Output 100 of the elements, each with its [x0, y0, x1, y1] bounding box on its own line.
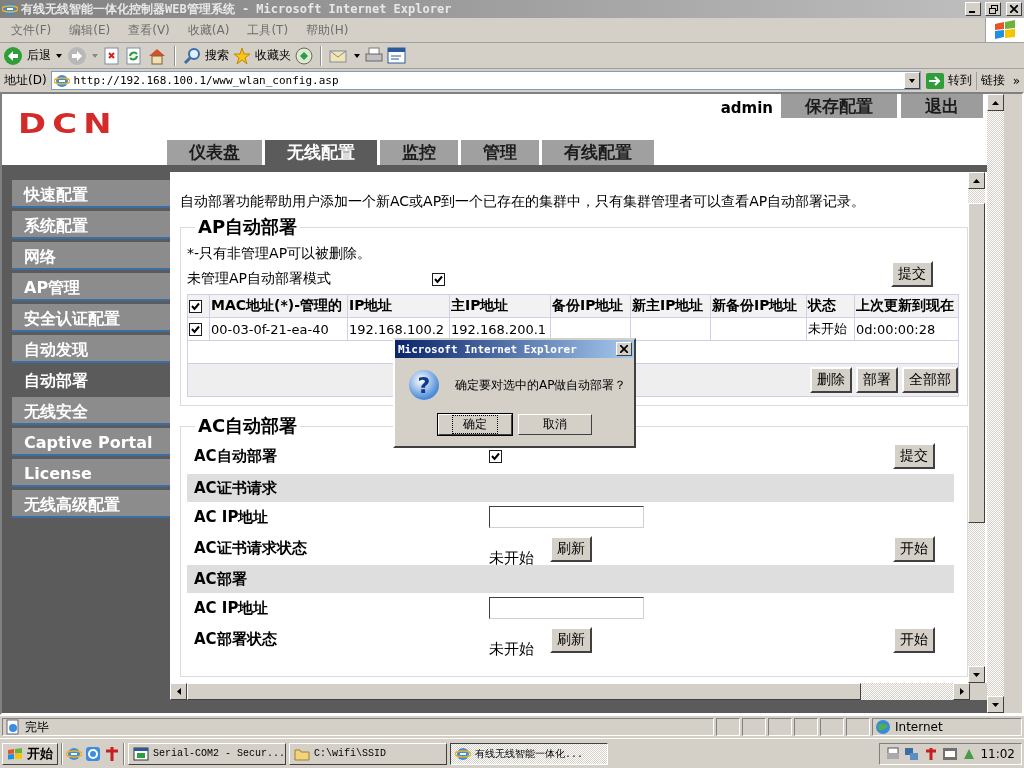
status-text: 完毕 — [25, 718, 49, 736]
back-button[interactable]: 后退 — [27, 47, 51, 64]
page-icon — [5, 719, 21, 736]
refresh-icon[interactable] — [125, 46, 143, 65]
edit-icon[interactable] — [387, 46, 407, 65]
nav-tab[interactable]: 有线配置 — [542, 140, 654, 165]
chevron-button[interactable]: » — [1012, 73, 1024, 88]
checkbox[interactable] — [489, 449, 502, 463]
close-icon — [620, 345, 628, 353]
dropdown-arrow-icon[interactable] — [907, 77, 916, 84]
checkbox[interactable] — [189, 322, 202, 336]
menu-item[interactable]: 查看(V) — [121, 21, 177, 39]
dialog-button[interactable]: 确定 — [437, 414, 512, 435]
restore-button[interactable] — [985, 2, 1001, 16]
column-header: 备份IP地址 — [550, 294, 631, 318]
printer-icon[interactable] — [886, 746, 901, 761]
menu-item[interactable]: 编辑(E) — [62, 21, 118, 39]
intro-text: 自动部署功能帮助用户添加一个新AC或AP到一个已存在的集群中，只有集群管理者可以查看AP自动部署记录。 — [180, 193, 867, 211]
globe-icon — [875, 719, 891, 736]
window-title: 有线无线智能一体化控制器WEB管理系统 - Microsoft Internet Explorer — [21, 0, 453, 18]
menu-item[interactable]: 收藏(A) — [180, 21, 237, 39]
minimize-button[interactable] — [965, 2, 981, 16]
checkbox[interactable] — [189, 299, 202, 313]
nav-tab[interactable]: 仪表盘 — [167, 140, 262, 165]
cross-icon[interactable] — [924, 746, 939, 761]
menu-item[interactable]: 文件(F) — [4, 21, 59, 39]
close-button[interactable] — [1006, 2, 1022, 16]
start-button[interactable]: 开始 — [893, 535, 935, 562]
field-label: AC自动部署 — [193, 446, 278, 467]
scrollbar-corner — [970, 683, 987, 700]
start-button[interactable]: 开始 — [893, 626, 935, 653]
table-cell: 00-03-0f-21-ea-40 — [209, 317, 348, 341]
scroll-down-button[interactable] — [968, 666, 985, 683]
nav-tab[interactable]: 监控 — [380, 140, 458, 165]
scroll-up-button[interactable] — [987, 94, 1004, 111]
start-button[interactable]: 开始 — [2, 742, 58, 765]
input-field[interactable] — [489, 597, 644, 619]
scroll-left-button[interactable] — [170, 683, 187, 700]
field-label: AC IP地址 — [193, 507, 270, 528]
media-icon[interactable] — [295, 46, 313, 65]
favorites-button[interactable]: 收藏夹 — [255, 47, 291, 64]
submit-button[interactable]: 提交 — [891, 261, 933, 287]
checkbox[interactable] — [432, 272, 445, 286]
down-arrow-icon — [991, 701, 1000, 708]
go-button[interactable]: 转到 — [947, 72, 972, 89]
menu-item[interactable]: 帮助(H) — [299, 21, 356, 39]
field-label: AC部署状态 — [193, 629, 278, 650]
nav-tab[interactable]: 管理 — [461, 140, 539, 165]
user-name: admin — [720, 99, 773, 117]
close-button[interactable] — [616, 342, 632, 356]
refresh-button[interactable]: 刷新 — [550, 626, 592, 653]
links-button[interactable]: 链接 — [980, 72, 1009, 89]
clock: 11:02 — [980, 746, 1015, 761]
network-icon[interactable] — [904, 746, 921, 761]
status-panel — [846, 718, 870, 737]
column-header: 主IP地址 — [449, 294, 551, 318]
scrollbar-thumb[interactable] — [968, 203, 985, 523]
action-button[interactable]: 部署 — [856, 367, 898, 393]
input-field[interactable] — [489, 506, 644, 528]
section-title: AC自动部署 — [197, 414, 299, 438]
section-header: AC部署 — [187, 565, 954, 593]
scroll-right-button[interactable] — [953, 683, 970, 700]
taskbar-button[interactable]: 有线无线智能一体化... — [450, 742, 608, 765]
column-header: 状态 — [806, 294, 855, 318]
header-button[interactable]: 退出 — [901, 94, 983, 118]
star-icon[interactable] — [233, 46, 251, 65]
scroll-down-button[interactable] — [987, 696, 1004, 714]
address-field[interactable]: http://192.168.100.1/www_wlan_config.asp — [50, 71, 921, 90]
windows-logo-icon — [993, 20, 1017, 40]
up-arrow-icon — [991, 99, 1000, 106]
status-panel — [742, 718, 766, 737]
status-text: 未开始 — [489, 548, 534, 568]
section-title: AP自动部署 — [197, 215, 299, 239]
left-arrow-icon — [175, 687, 182, 696]
home-icon[interactable] — [147, 46, 167, 65]
magnifier-icon[interactable] — [183, 46, 201, 65]
dialog-button[interactable]: 取消 — [517, 414, 592, 435]
nav-tab[interactable]: 无线配置 — [265, 140, 377, 165]
taskbar-button[interactable]: C:\wifi\SSID — [289, 742, 447, 765]
dialog-message: 确定要对选中的AP做自动部署？ — [455, 376, 627, 394]
status-panel — [716, 718, 740, 737]
right-arrow-icon — [958, 687, 965, 696]
search-button[interactable]: 搜索 — [205, 47, 229, 64]
dropdown-arrow-icon[interactable] — [353, 52, 361, 59]
windows-logo-icon — [7, 746, 23, 761]
column-header: IP地址 — [347, 294, 450, 318]
taskbar-button[interactable]: Serial-COM2 - Secur... — [128, 742, 286, 765]
header-button[interactable]: 保存配置 — [781, 94, 897, 118]
refresh-button[interactable]: 刷新 — [550, 535, 592, 562]
submit-button[interactable]: 提交 — [893, 443, 935, 469]
note-text: *-只有非管理AP可以被删除。 — [187, 245, 373, 263]
status-panel — [794, 718, 818, 737]
action-button[interactable]: 全部部 — [902, 367, 958, 393]
dropdown-arrow-icon[interactable] — [55, 52, 63, 59]
scroll-up-button[interactable] — [968, 172, 985, 189]
action-button[interactable]: 删除 — [810, 367, 852, 393]
window-icon — [133, 745, 149, 762]
menu-item[interactable]: 工具(T) — [240, 21, 296, 39]
stop-icon[interactable] — [103, 46, 121, 65]
cross-icon[interactable] — [104, 745, 120, 762]
